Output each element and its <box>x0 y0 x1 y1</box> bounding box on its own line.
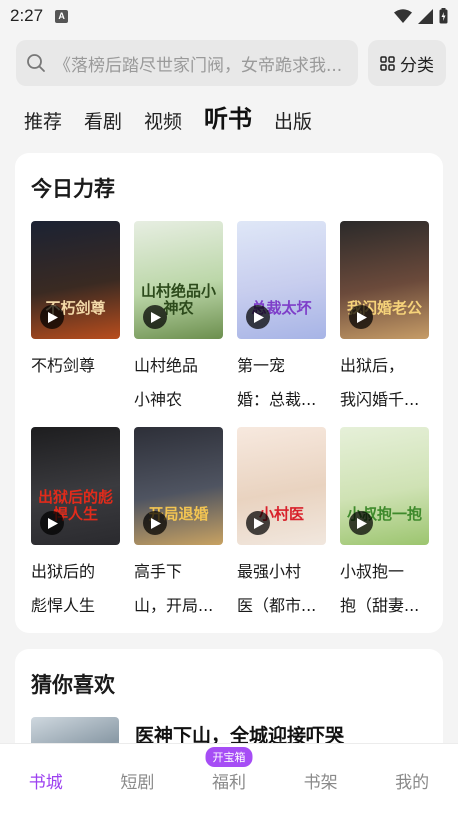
book-title-line: 医（都市... <box>237 596 317 615</box>
book-cover: 开局退婚 <box>134 427 223 545</box>
wifi-icon <box>394 9 412 23</box>
nav-short-drama[interactable]: 短剧 <box>92 744 184 814</box>
play-icon[interactable] <box>349 511 373 535</box>
status-time: 2:27 <box>10 6 44 25</box>
recommend-title: 今日力荐 <box>31 177 115 201</box>
book-title-line: 第一宠 <box>237 356 286 375</box>
book-cover: 我闪婚老公 <box>340 221 429 339</box>
play-icon[interactable] <box>246 305 270 329</box>
book-cover: 总裁太坏 <box>237 221 326 339</box>
book-item[interactable]: 不朽剑尊 不朽剑尊 <box>31 221 120 383</box>
book-item[interactable]: 开局退婚 高手下 山，开局... <box>134 427 223 623</box>
play-icon[interactable] <box>40 511 64 535</box>
nav-short-drama-label: 短剧 <box>120 773 155 793</box>
book-item[interactable]: 山村绝品小神农 山村绝品 小神农 <box>134 221 223 417</box>
search-row: 《落榜后踏尽世家门阀，女帝跪求我... 分类 <box>16 40 446 86</box>
tab-publish[interactable]: 出版 <box>274 107 312 134</box>
play-icon[interactable] <box>349 305 373 329</box>
notification-icon: A <box>55 9 69 23</box>
tab-drama[interactable]: 看剧 <box>84 107 122 134</box>
book-title-line: 最强小村 <box>237 562 302 581</box>
book-title-line: 出狱后， <box>340 356 405 375</box>
play-icon[interactable] <box>143 305 167 329</box>
tab-audiobook[interactable]: 听书 <box>204 99 252 134</box>
book-title: 出狱后的 彪悍人生 <box>31 555 123 623</box>
battery-icon <box>439 8 448 24</box>
search-icon <box>27 54 45 72</box>
guess-title: 猜你喜欢 <box>31 673 115 697</box>
book-item[interactable]: 小叔抱一抱 小叔抱一 抱（甜妻... <box>340 427 429 623</box>
book-title-line: 出狱后的 <box>31 562 96 581</box>
search-input[interactable]: 《落榜后踏尽世家门阀，女帝跪求我... <box>16 40 358 86</box>
book-cover: 小村医 <box>237 427 326 545</box>
book-cover: 不朽剑尊 <box>31 221 120 339</box>
status-icons <box>394 8 448 24</box>
book-item[interactable]: 出狱后的彪悍人生 出狱后的 彪悍人生 <box>31 427 120 623</box>
nav-welfare[interactable]: 开宝箱 福利 <box>183 744 275 814</box>
nav-bookstore-label: 书城 <box>28 773 63 793</box>
nav-bookstore[interactable]: 书城 <box>0 744 92 814</box>
nav-profile-label: 我的 <box>395 773 430 793</box>
play-icon[interactable] <box>40 305 64 329</box>
book-title-line: 山，开局... <box>134 596 214 615</box>
signal-icon <box>418 8 433 24</box>
treasure-chest-badge[interactable]: 开宝箱 <box>205 747 253 767</box>
recommend-card: 今日力荐 不朽剑尊 不朽剑尊 山村绝品小神农 山村绝品 小神农 总裁太坏 第一宠… <box>15 153 443 633</box>
book-title: 小叔抱一 抱（甜妻... <box>340 555 432 623</box>
book-item[interactable]: 总裁太坏 第一宠 婚：总裁... <box>237 221 326 417</box>
bottom-nav: 书城 短剧 开宝箱 福利 书架 我的 <box>0 743 458 814</box>
book-cover: 山村绝品小神农 <box>134 221 223 339</box>
book-title: 第一宠 婚：总裁... <box>237 349 329 417</box>
book-title-line: 抱（甜妻... <box>340 596 420 615</box>
nav-bookshelf[interactable]: 书架 <box>275 744 367 814</box>
book-title: 不朽剑尊 <box>31 349 123 383</box>
book-title-line: 小神农 <box>134 390 183 409</box>
search-placeholder: 《落榜后踏尽世家门阀，女帝跪求我... <box>54 55 343 76</box>
status-bar: 2:27 A <box>0 0 458 32</box>
book-cover: 小叔抱一抱 <box>340 427 429 545</box>
category-button[interactable]: 分类 <box>368 40 446 86</box>
book-title: 高手下 山，开局... <box>134 555 226 623</box>
grid-icon <box>380 55 395 71</box>
book-cover: 出狱后的彪悍人生 <box>31 427 120 545</box>
book-title: 最强小村 医（都市... <box>237 555 329 623</box>
category-label: 分类 <box>400 55 434 76</box>
book-title-line: 彪悍人生 <box>31 596 96 615</box>
book-title: 山村绝品 小神农 <box>134 349 226 417</box>
nav-profile[interactable]: 我的 <box>366 744 458 814</box>
book-title-line: 山村绝品 <box>134 356 199 375</box>
book-title: 出狱后， 我闪婚千... <box>340 349 432 417</box>
book-title-line: 不朽剑尊 <box>31 356 96 375</box>
book-title-line: 婚：总裁... <box>237 390 317 409</box>
nav-bookshelf-label: 书架 <box>303 773 338 793</box>
book-title-line: 高手下 <box>134 562 183 581</box>
book-title-line: 小叔抱一 <box>340 562 405 581</box>
play-icon[interactable] <box>143 511 167 535</box>
book-title-line: 我闪婚千... <box>340 390 420 409</box>
tab-recommend[interactable]: 推荐 <box>24 107 62 134</box>
tab-video[interactable]: 视频 <box>144 107 182 134</box>
play-icon[interactable] <box>246 511 270 535</box>
content-tabs: 推荐 看剧 视频 听书 出版 <box>24 100 312 134</box>
nav-welfare-label: 福利 <box>211 773 246 793</box>
book-item[interactable]: 小村医 最强小村 医（都市... <box>237 427 326 623</box>
book-item[interactable]: 我闪婚老公 出狱后， 我闪婚千... <box>340 221 429 417</box>
